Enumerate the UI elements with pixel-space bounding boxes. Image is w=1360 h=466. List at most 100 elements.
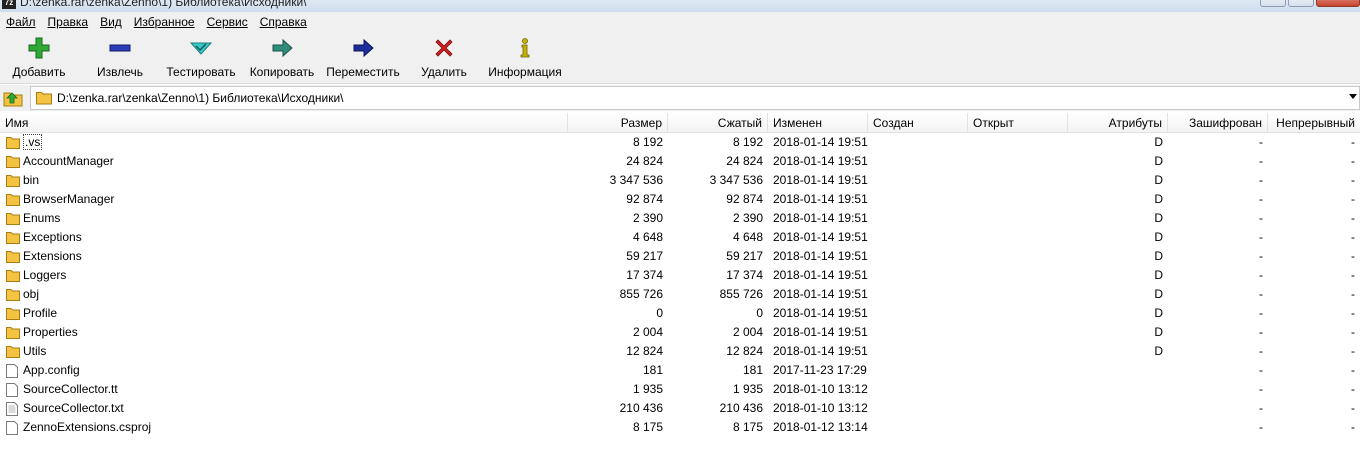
- encrypted-cell: -: [1259, 268, 1263, 282]
- modified-cell: 2018-01-10 13:12: [773, 401, 868, 415]
- folder-icon: [6, 156, 20, 168]
- created-cell: [868, 209, 968, 228]
- packed-cell: 210 436: [719, 401, 763, 415]
- toolbar: Добавить Извлечь Тестировать Копировать …: [0, 32, 1360, 84]
- menu-file[interactable]: Файл: [6, 15, 36, 29]
- menu-help[interactable]: Справка: [260, 15, 307, 29]
- packed-cell: 8 192: [732, 135, 763, 149]
- modified-cell: 2018-01-14 19:51: [773, 325, 868, 339]
- file-row[interactable]: App.config 181 181 2017-11-23 17:29 - -: [0, 361, 1360, 380]
- folder-row[interactable]: Properties 2 004 2 004 2018-01-14 19:51 D - -: [0, 323, 1360, 342]
- solid-cell: -: [1351, 306, 1355, 320]
- size-cell: 181: [642, 363, 663, 377]
- accessed-cell: [968, 304, 1068, 323]
- file-row[interactable]: SourceCollector.tt 1 935 1 935 2018-01-10 1…: [0, 380, 1360, 399]
- size-cell: 12 824: [626, 344, 663, 358]
- file-row[interactable]: ZennoExtensions.csproj 8 175 8 175 2018-01-…: [0, 418, 1360, 437]
- attributes-cell: D: [1154, 135, 1163, 149]
- folder-icon: [6, 307, 20, 323]
- file-icon: [6, 383, 18, 397]
- move-label: Переместить: [326, 65, 400, 79]
- file-row[interactable]: SourceCollector.txt 210 436 210 436 2018-01…: [0, 399, 1360, 418]
- created-cell: [868, 285, 968, 304]
- path-field[interactable]: D:\zenka.rar\zenka\Zenno\1) Библиотека\И…: [30, 86, 1360, 110]
- attributes-cell: [1068, 380, 1168, 399]
- accessed-cell: [968, 285, 1068, 304]
- folder-row[interactable]: BrowserManager 92 874 92 874 2018-01-14 19:…: [0, 190, 1360, 209]
- column-header-solid[interactable]: Непрерывный: [1268, 113, 1360, 133]
- menu-view-label: Вид: [100, 15, 122, 29]
- folder-row[interactable]: Exceptions 4 648 4 648 2018-01-14 19:51 D - -: [0, 228, 1360, 247]
- accessed-cell: [968, 228, 1068, 247]
- modified-cell: 2018-01-14 19:51: [773, 268, 868, 282]
- minimize-button[interactable]: [1260, 0, 1286, 7]
- test-button[interactable]: Тестировать: [163, 36, 239, 80]
- menu-favorites[interactable]: Избранное: [134, 15, 195, 29]
- folder-icon: [6, 175, 20, 187]
- menu-edit[interactable]: Правка: [48, 15, 89, 29]
- up-folder-icon[interactable]: [3, 88, 23, 108]
- size-cell: 8 175: [632, 420, 663, 434]
- column-header-packed[interactable]: Сжатый: [668, 113, 768, 133]
- path-text: D:\zenka.rar\zenka\Zenno\1) Библиотека\И…: [57, 91, 344, 105]
- folder-row[interactable]: Profile 0 0 2018-01-14 19:51 D - -: [0, 304, 1360, 323]
- column-header-encrypted[interactable]: Зашифрован: [1168, 113, 1268, 133]
- column-header-attributes[interactable]: Атрибуты: [1068, 113, 1168, 133]
- folder-icon: [6, 346, 20, 358]
- size-cell: 2 004: [632, 325, 663, 339]
- maximize-button[interactable]: [1288, 0, 1314, 7]
- file-icon: [6, 421, 18, 437]
- delete-button[interactable]: Удалить: [417, 36, 471, 80]
- item-name: SourceCollector.txt: [23, 401, 124, 415]
- add-button[interactable]: Добавить: [6, 36, 72, 80]
- attributes-cell: D: [1154, 325, 1163, 339]
- attributes-cell: D: [1154, 154, 1163, 168]
- accessed-cell: [968, 380, 1068, 399]
- folder-icon: [6, 232, 20, 244]
- folder-icon: [6, 327, 20, 339]
- menu-view[interactable]: Вид: [100, 15, 122, 29]
- folder-row[interactable]: Utils 12 824 12 824 2018-01-14 19:51 D - -: [0, 342, 1360, 361]
- chevron-down-icon[interactable]: [1349, 94, 1357, 99]
- packed-cell: 2 004: [732, 325, 763, 339]
- copy-button[interactable]: Копировать: [245, 36, 319, 80]
- extract-button[interactable]: Извлечь: [90, 36, 150, 80]
- attributes-cell: D: [1154, 249, 1163, 263]
- encrypted-cell: -: [1259, 230, 1263, 244]
- folder-row[interactable]: AccountManager 24 824 24 824 2018-01-14 19:…: [0, 152, 1360, 171]
- folder-row[interactable]: Loggers 17 374 17 374 2018-01-14 19:51 D - -: [0, 266, 1360, 285]
- encrypted-cell: -: [1259, 344, 1263, 358]
- folder-row[interactable]: Extensions 59 217 59 217 2018-01-14 19:51 D -…: [0, 247, 1360, 266]
- attributes-cell: D: [1154, 173, 1163, 187]
- column-header-created[interactable]: Создан: [868, 113, 968, 133]
- attributes-cell: [1068, 418, 1168, 437]
- menu-file-label: Файл: [6, 15, 36, 29]
- modified-cell: 2018-01-14 19:51: [773, 211, 868, 225]
- created-cell: [868, 190, 968, 209]
- move-button[interactable]: Переместить: [324, 36, 402, 80]
- folder-row[interactable]: obj 855 726 855 726 2018-01-14 19:51 D - -: [0, 285, 1360, 304]
- item-name: Exceptions: [23, 230, 82, 244]
- close-button[interactable]: [1316, 0, 1360, 7]
- menu-tools[interactable]: Сервис: [207, 15, 248, 29]
- column-header-modified[interactable]: Изменен: [768, 113, 868, 133]
- name-cell: Utils: [0, 342, 568, 361]
- name-cell: SourceCollector.txt: [0, 399, 568, 418]
- folder-row[interactable]: bin 3 347 536 3 347 536 2018-01-14 19:51 D - -: [0, 171, 1360, 190]
- column-header-size[interactable]: Размер: [568, 113, 668, 133]
- folder-row[interactable]: .vs 8 192 8 192 2018-01-14 19:51 D - -: [0, 133, 1360, 152]
- window-controls: [1260, 0, 1360, 7]
- item-name: App.config: [23, 363, 80, 377]
- encrypted-cell: -: [1259, 401, 1263, 415]
- info-button[interactable]: Информация: [485, 36, 565, 80]
- column-header-name[interactable]: Имя: [0, 113, 568, 133]
- attributes-cell: D: [1154, 211, 1163, 225]
- modified-cell: 2017-11-23 17:29: [773, 363, 867, 377]
- name-cell: .vs: [0, 133, 568, 152]
- folder-row[interactable]: Enums 2 390 2 390 2018-01-14 19:51 D - -: [0, 209, 1360, 228]
- column-header-accessed[interactable]: Открыт: [968, 113, 1068, 133]
- name-cell: BrowserManager: [0, 190, 568, 209]
- name-cell: Enums: [0, 209, 568, 228]
- accessed-cell: [968, 361, 1068, 380]
- menu-help-label: Справка: [259, 15, 307, 29]
